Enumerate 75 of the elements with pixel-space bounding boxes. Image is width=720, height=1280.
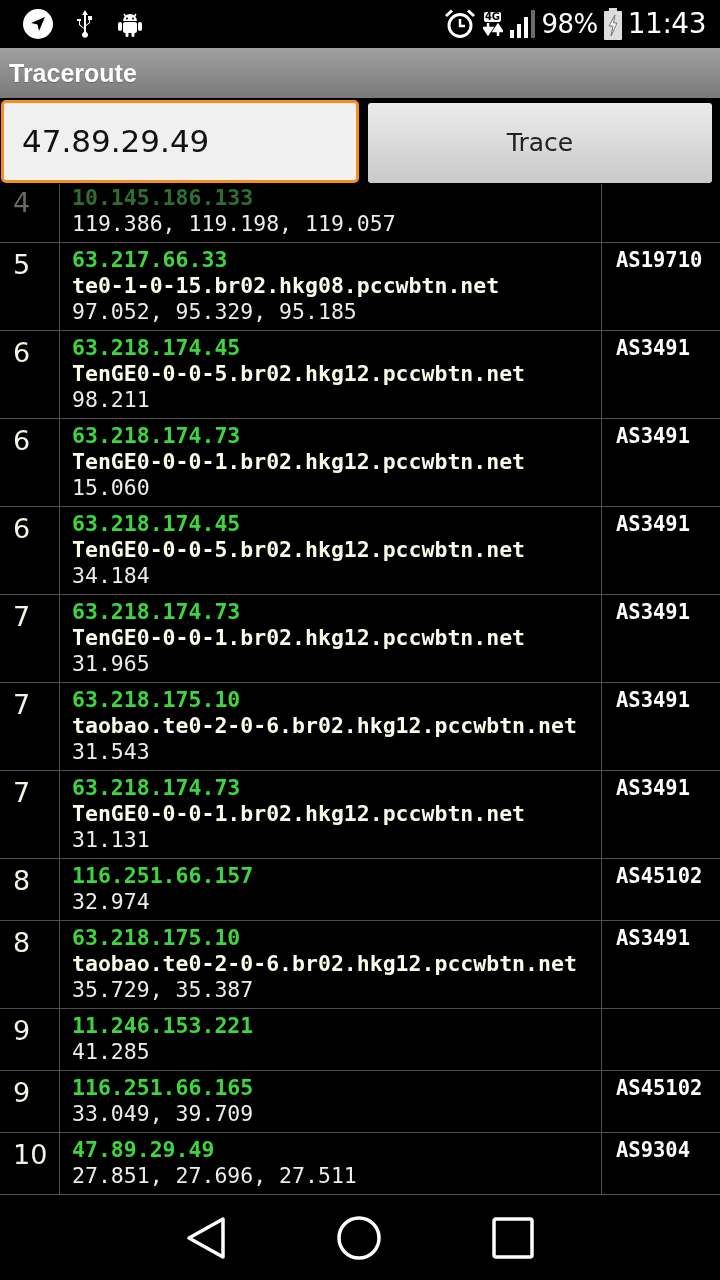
hop-number: 9 xyxy=(13,1015,31,1046)
data-arrows-icon xyxy=(482,23,503,36)
hop-times: 33.049, 39.709 xyxy=(72,1101,255,1127)
hop-times: 15.060 xyxy=(72,475,151,501)
hop-ip-address: 11.246.153.221 xyxy=(72,1013,255,1039)
hop-ip-address: 63.218.174.45 xyxy=(72,335,242,361)
hop-number: 6 xyxy=(13,337,31,368)
hop-ip-address: 116.251.66.157 xyxy=(72,863,255,889)
hop-ip-address: 63.218.174.73 xyxy=(72,775,242,801)
hop-times: 41.285 xyxy=(72,1039,151,1065)
signal-icon xyxy=(509,10,536,38)
hop-times: 31.543 xyxy=(72,739,151,765)
hop-number: 6 xyxy=(13,425,31,456)
battery-charging-icon xyxy=(603,8,622,40)
hop-hostname: taobao.te0-2-0-6.br02.hkg12.pccwbtn.net xyxy=(72,951,578,977)
hop-ip-address: 63.217.66.33 xyxy=(72,247,229,273)
hop-asn: AS9304 xyxy=(616,1138,691,1162)
hop-asn: AS3491 xyxy=(616,512,691,536)
hop-asn: AS3491 xyxy=(616,424,691,448)
trace-button[interactable]: Trace xyxy=(368,102,712,183)
hop-times: 27.851, 27.696, 27.511 xyxy=(72,1163,358,1189)
hop-hostname: TenGE0-0-0-5.br02.hkg12.pccwbtn.net xyxy=(72,537,527,563)
hop-times: 31.131 xyxy=(72,827,151,853)
hop-number: 8 xyxy=(13,865,31,896)
hop-times: 35.729, 35.387 xyxy=(72,977,255,1003)
app-title: Traceroute xyxy=(9,58,137,88)
hop-asn: AS3491 xyxy=(616,926,691,950)
hop-times: 119.386, 119.198, 119.057 xyxy=(72,211,397,237)
hop-number: 9 xyxy=(13,1077,31,1108)
hop-hostname: te0-1-0-15.br02.hkg08.pccwbtn.net xyxy=(72,273,501,299)
usb-icon xyxy=(76,9,94,39)
hop-hostname: TenGE0-0-0-1.br02.hkg12.pccwbtn.net xyxy=(72,801,527,827)
hop-number: 7 xyxy=(13,601,31,632)
hop-number: 4 xyxy=(13,187,31,218)
recents-button[interactable] xyxy=(492,1216,535,1259)
hop-asn: AS3491 xyxy=(616,776,691,800)
hop-asn: AS45102 xyxy=(616,864,703,888)
hop-times: 98.211 xyxy=(72,387,151,413)
hop-number: 5 xyxy=(13,249,31,280)
hop-ip-address: 63.218.174.73 xyxy=(72,423,242,449)
hop-number: 8 xyxy=(13,927,31,958)
hop-ip-address: 63.218.174.45 xyxy=(72,511,242,537)
hop-asn: AS19710 xyxy=(616,248,703,272)
hop-asn: AS45102 xyxy=(616,1076,703,1100)
back-button[interactable] xyxy=(185,1216,226,1259)
hop-number: 7 xyxy=(13,777,31,808)
hop-number: 7 xyxy=(13,689,31,720)
hop-asn: AS3491 xyxy=(616,600,691,624)
network-type-label: 4G xyxy=(483,12,502,22)
clock-time: 11:43 xyxy=(627,10,706,38)
hop-times: 32.974 xyxy=(72,889,151,915)
hop-ip-address: 10.145.186.133 xyxy=(72,185,255,211)
home-circle-icon xyxy=(337,1215,381,1260)
alarm-clock-icon xyxy=(443,8,476,40)
hop-times: 34.184 xyxy=(72,563,151,589)
hop-ip-address: 63.218.175.10 xyxy=(72,925,242,951)
hop-number: 10 xyxy=(13,1139,48,1170)
hop-times: 97.052, 95.329, 95.185 xyxy=(72,299,358,325)
back-triangle-icon xyxy=(185,1216,226,1259)
home-button[interactable] xyxy=(337,1215,381,1260)
address-field[interactable]: 47.89.29.49 xyxy=(1,99,359,183)
recents-square-icon xyxy=(492,1216,535,1259)
hop-hostname: TenGE0-0-0-1.br02.hkg12.pccwbtn.net xyxy=(72,625,527,651)
hop-ip-address: 116.251.66.165 xyxy=(72,1075,255,1101)
hop-ip-address: 63.218.174.73 xyxy=(72,599,242,625)
hop-ip-address: 47.89.29.49 xyxy=(72,1137,216,1163)
battery-percentage: 98% xyxy=(541,11,598,37)
hop-asn: AS3491 xyxy=(616,688,691,712)
hop-times: 31.965 xyxy=(72,651,151,677)
hop-hostname: taobao.te0-2-0-6.br02.hkg12.pccwbtn.net xyxy=(72,713,578,739)
hop-ip-address: 63.218.175.10 xyxy=(72,687,242,713)
hop-number: 6 xyxy=(13,513,31,544)
hop-hostname: TenGE0-0-0-5.br02.hkg12.pccwbtn.net xyxy=(72,361,527,387)
hop-hostname: TenGE0-0-0-1.br02.hkg12.pccwbtn.net xyxy=(72,449,527,475)
hop-asn: AS3491 xyxy=(616,336,691,360)
